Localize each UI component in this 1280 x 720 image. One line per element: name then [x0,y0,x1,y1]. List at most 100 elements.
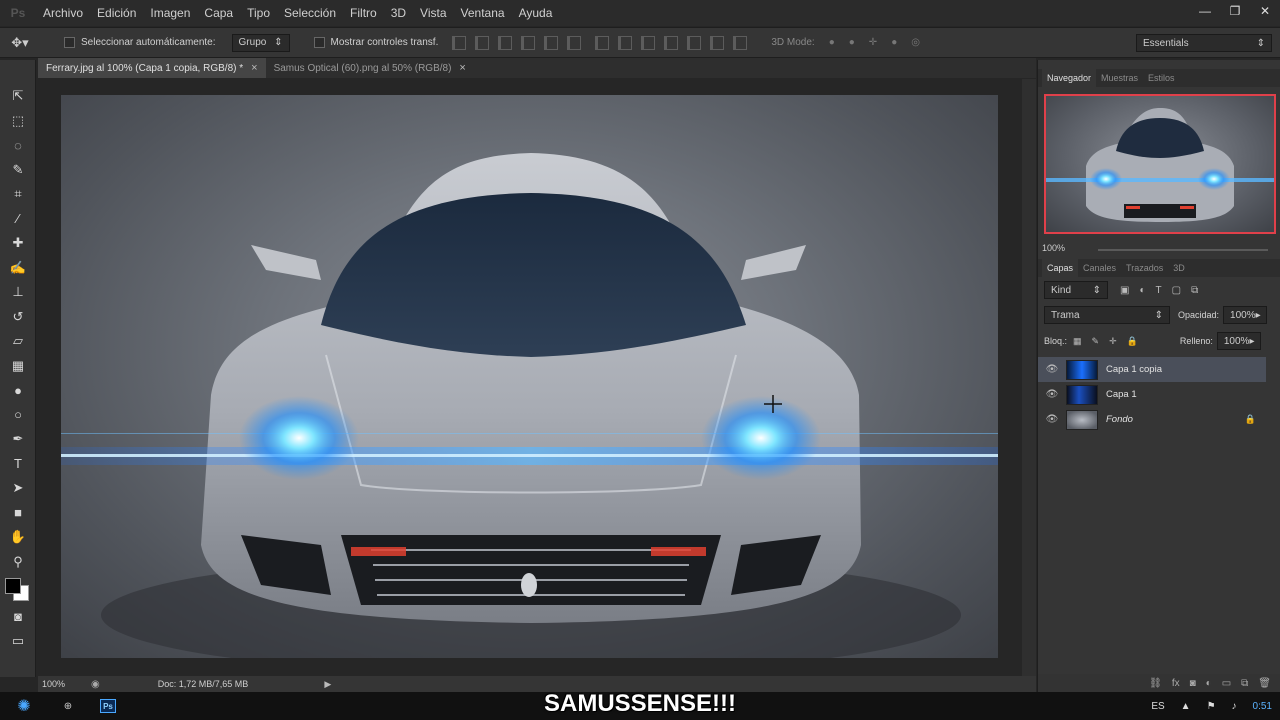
layer-row[interactable]: 👁 Capa 1 copia [1038,357,1266,382]
pen-tool-icon[interactable]: ✒ [0,427,36,452]
doc-tab-samus[interactable]: Samus Optical (60).png al 50% (RGB/8) × [266,58,474,78]
close-tab-icon[interactable]: × [459,62,465,74]
clock[interactable]: 0:51 [1253,701,1272,712]
zoom-tool-icon[interactable]: ⚲ [0,550,36,575]
distribute-bottom-icon[interactable] [641,35,656,50]
new-group-icon[interactable]: ▭ [1222,678,1231,689]
healing-brush-tool-icon[interactable]: ✚ [0,231,36,256]
move-tool-preset-icon[interactable]: ✥▾ [0,35,40,51]
screen-mode-icon[interactable]: ▭ [0,629,36,654]
shape-tool-icon[interactable]: ■ [0,501,36,526]
opacity-field[interactable]: 100% ▸ [1223,306,1268,324]
brush-tool-icon[interactable]: ✍ [0,256,36,281]
quick-mask-icon[interactable]: ◙ [0,604,36,629]
align-bottom-icon[interactable] [498,35,513,50]
filter-shape-icon[interactable]: ▢ [1172,285,1181,296]
align-vcenter-icon[interactable] [475,35,490,50]
status-zoom[interactable]: 100% [42,679,65,689]
filter-adjustment-icon[interactable]: ◐ [1139,285,1145,296]
align-top-icon[interactable] [452,35,467,50]
layer-row[interactable]: 👁 Capa 1 [1038,382,1266,407]
hand-tool-icon[interactable]: ✋ [0,525,36,550]
lasso-tool-icon[interactable]: ◌ [0,133,36,158]
network-icon[interactable]: ⚑ [1207,701,1216,712]
menu-tipo[interactable]: Tipo [240,0,277,26]
distribute-hcenter-icon[interactable] [687,35,702,50]
tab-3d[interactable]: 3D [1168,259,1190,277]
close-button[interactable]: ✕ [1250,0,1280,22]
tab-estilos[interactable]: Estilos [1143,69,1180,87]
crop-tool-icon[interactable]: ⌗ [0,182,36,207]
tab-canales[interactable]: Canales [1078,259,1121,277]
adjustment-layer-icon[interactable]: ◐ [1206,678,1212,689]
layer-row[interactable]: 👁 Fondo 🔒 [1038,407,1266,432]
tab-capas[interactable]: Capas [1042,259,1079,277]
quick-select-tool-icon[interactable]: ✎ [0,158,36,183]
eraser-tool-icon[interactable]: ▱ [0,329,36,354]
auto-align-icon[interactable] [733,35,748,50]
add-mask-icon[interactable]: ◙ [1190,678,1196,689]
menu-seleccion[interactable]: Selección [277,0,343,26]
blur-tool-icon[interactable]: ● [0,378,36,403]
document-canvas[interactable] [61,95,998,658]
type-tool-icon[interactable]: T [0,452,36,477]
distribute-left-icon[interactable] [664,35,679,50]
marquee-tool-icon[interactable]: ⬚ [0,109,36,134]
navigator-zoom-slider[interactable] [1098,249,1268,251]
layer-name[interactable]: Capa 1 copia [1106,364,1162,375]
move-tool-icon[interactable]: ⇱ [0,84,36,109]
align-right-icon[interactable] [567,35,582,50]
menu-ayuda[interactable]: Ayuda [512,0,560,26]
doc-tab-ferrary[interactable]: Ferrary.jpg al 100% (Capa 1 copia, RGB/8… [38,58,266,78]
align-left-icon[interactable] [521,35,536,50]
dodge-tool-icon[interactable]: ○ [0,403,36,428]
new-layer-icon[interactable]: ⧉ [1241,678,1248,689]
fill-field[interactable]: 100% ▸ [1216,332,1261,350]
status-menu-arrow-icon[interactable]: ▶ [324,679,331,690]
3d-slide-icon[interactable]: ● [891,37,897,48]
distribute-right-icon[interactable] [710,35,725,50]
menu-3d[interactable]: 3D [384,0,413,26]
menu-ventana[interactable]: Ventana [454,0,512,26]
navigator-preview[interactable] [1044,94,1276,234]
eye-icon[interactable]: 👁 [1038,364,1066,375]
language-indicator[interactable]: ES [1151,701,1164,712]
filter-type-icon[interactable]: T [1156,285,1162,296]
menu-imagen[interactable]: Imagen [143,0,197,26]
taskbar-photoshop[interactable]: Ps [88,694,128,718]
tab-muestras[interactable]: Muestras [1096,69,1143,87]
fx-icon[interactable]: fx [1172,678,1180,689]
lock-transparent-icon[interactable]: ▦ [1073,336,1082,347]
distribute-vcenter-icon[interactable] [618,35,633,50]
layer-name[interactable]: Capa 1 [1106,389,1137,400]
tab-navegador[interactable]: Navegador [1042,69,1097,87]
blend-mode-dropdown[interactable]: Trama ⇕ [1044,306,1170,324]
vertical-scrollbar[interactable] [1022,79,1036,676]
path-select-tool-icon[interactable]: ➤ [0,476,36,501]
menu-filtro[interactable]: Filtro [343,0,384,26]
kind-dropdown[interactable]: Kind ⇕ [1044,281,1108,299]
show-transform-checkbox[interactable] [313,37,325,48]
tab-trazados[interactable]: Trazados [1121,259,1168,277]
align-hcenter-icon[interactable] [544,35,559,50]
navigator-zoom[interactable]: 100% [1042,243,1065,253]
start-button-icon[interactable]: ✺ [0,692,48,720]
status-info-icon[interactable]: ◉ [91,679,100,690]
volume-icon[interactable]: ♪ [1232,701,1237,712]
minimize-button[interactable]: — [1190,0,1220,22]
lock-position-icon[interactable]: ✛ [1109,336,1117,347]
workspace-dropdown[interactable]: Essentials ⇕ [1136,34,1272,52]
lock-image-icon[interactable]: ✎ [1092,336,1100,347]
3d-pan-icon[interactable]: ✛ [869,37,877,48]
clone-stamp-tool-icon[interactable]: ⊥ [0,280,36,305]
restore-button[interactable]: ❐ [1220,0,1250,22]
lock-all-icon[interactable]: 🔒 [1127,336,1138,347]
link-layers-icon[interactable]: ⛓ [1149,678,1162,689]
menu-capa[interactable]: Capa [197,0,240,26]
eye-icon[interactable]: 👁 [1038,389,1066,400]
3d-rotate-icon[interactable]: ● [829,37,835,48]
history-brush-tool-icon[interactable]: ↺ [0,305,36,330]
eye-icon[interactable]: 👁 [1038,414,1066,425]
3d-roll-icon[interactable]: ● [849,37,855,48]
menu-archivo[interactable]: Archivo [36,0,90,26]
